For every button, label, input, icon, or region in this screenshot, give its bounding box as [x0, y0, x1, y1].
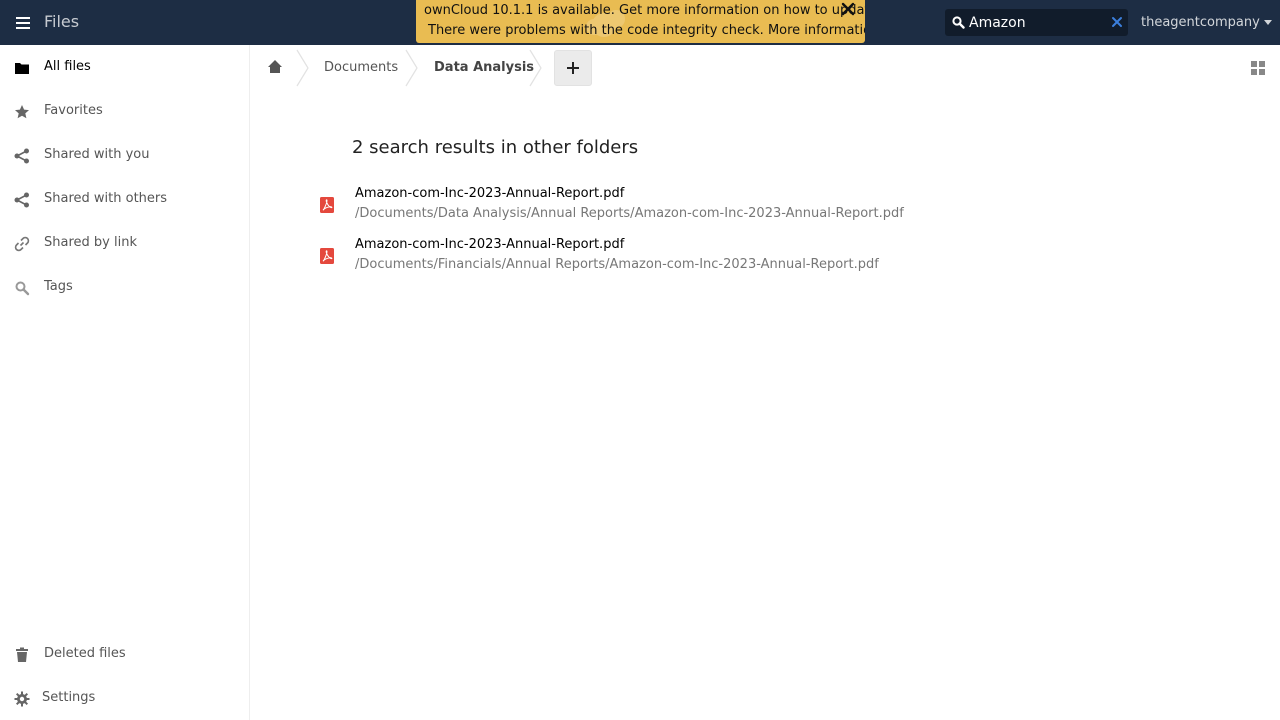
breadcrumb-separator-icon [405, 49, 418, 87]
sidebar-item-label: Deleted files [44, 646, 126, 661]
sidebar-item-label: Settings [42, 690, 96, 705]
app-navigation: All files Favorites Shared with you Shar… [0, 45, 250, 720]
result-file-name[interactable]: Amazon-com-Inc-2023-Annual-Report.pdf [355, 186, 624, 201]
sidebar-item-label: Shared by link [44, 235, 137, 250]
result-file-name[interactable]: Amazon-com-Inc-2023-Annual-Report.pdf [355, 237, 624, 252]
sidebar-item-deleted-files[interactable]: Deleted files [0, 632, 249, 676]
sidebar-item-shared-with-others[interactable]: Shared with others [0, 177, 249, 221]
result-file-path: /Documents/Data Analysis/Annual Reports/… [355, 206, 904, 221]
trash-icon [16, 647, 28, 662]
clear-search-icon[interactable] [1111, 16, 1123, 28]
sidebar-item-label: Shared with others [44, 191, 168, 206]
caret-down-icon [1263, 20, 1272, 25]
plus-icon [567, 62, 579, 74]
settings-toggle[interactable]: Settings [0, 676, 249, 720]
sidebar-item-shared-with-you[interactable]: Shared with you [0, 133, 249, 177]
search-icon [15, 281, 30, 296]
close-icon[interactable] [840, 1, 856, 19]
search-results-title: 2 search results in other folders [352, 137, 639, 158]
breadcrumb-separator-icon [529, 49, 542, 87]
sidebar-item-label: Tags [44, 279, 73, 294]
pdf-icon [320, 197, 334, 213]
sidebar-item-label: All files [44, 59, 91, 74]
new-file-button[interactable] [554, 50, 592, 86]
breadcrumb-documents[interactable]: Documents [324, 60, 398, 75]
menu-icon[interactable] [0, 0, 45, 45]
integrity-check-text[interactable]: There were problems with the code integr… [424, 21, 865, 41]
share-icon [14, 192, 29, 208]
update-available-text[interactable]: ownCloud 10.1.1 is available. Get more i… [424, 1, 865, 21]
sidebar-item-all-files[interactable]: All files [0, 45, 249, 89]
grid-view-icon[interactable] [1251, 61, 1265, 75]
folder-icon [15, 63, 29, 74]
star-icon [15, 105, 29, 119]
search-input[interactable] [969, 12, 1109, 33]
app-title[interactable]: Files [44, 12, 79, 31]
home-icon[interactable] [266, 58, 284, 76]
update-notification: ownCloud 10.1.1 is available. Get more i… [416, 0, 865, 43]
link-icon [14, 236, 30, 252]
sidebar-item-tags[interactable]: Tags [0, 265, 249, 309]
user-name: theagentcompany [1141, 15, 1260, 30]
sidebar-item-label: Shared with you [44, 147, 150, 162]
search-icon [952, 16, 965, 29]
search-result-item[interactable]: Amazon-com-Inc-2023-Annual-Report.pdf /D… [310, 237, 930, 283]
search-box [945, 9, 1128, 36]
pdf-icon [320, 248, 334, 264]
sidebar-item-label: Favorites [44, 103, 103, 118]
sidebar-item-shared-by-link[interactable]: Shared by link [0, 221, 249, 265]
share-icon [14, 148, 29, 164]
result-file-path: /Documents/Financials/Annual Reports/Ama… [355, 257, 879, 272]
breadcrumb-separator-icon [296, 49, 309, 87]
user-menu[interactable]: theagentcompany [1141, 15, 1272, 30]
breadcrumb-data-analysis[interactable]: Data Analysis [434, 60, 534, 75]
search-result-item[interactable]: Amazon-com-Inc-2023-Annual-Report.pdf /D… [310, 186, 930, 232]
top-header: Files ownCloud 10.1.1 is available. Get … [0, 0, 1280, 45]
sidebar-item-favorites[interactable]: Favorites [0, 89, 249, 133]
gear-icon [14, 691, 30, 707]
